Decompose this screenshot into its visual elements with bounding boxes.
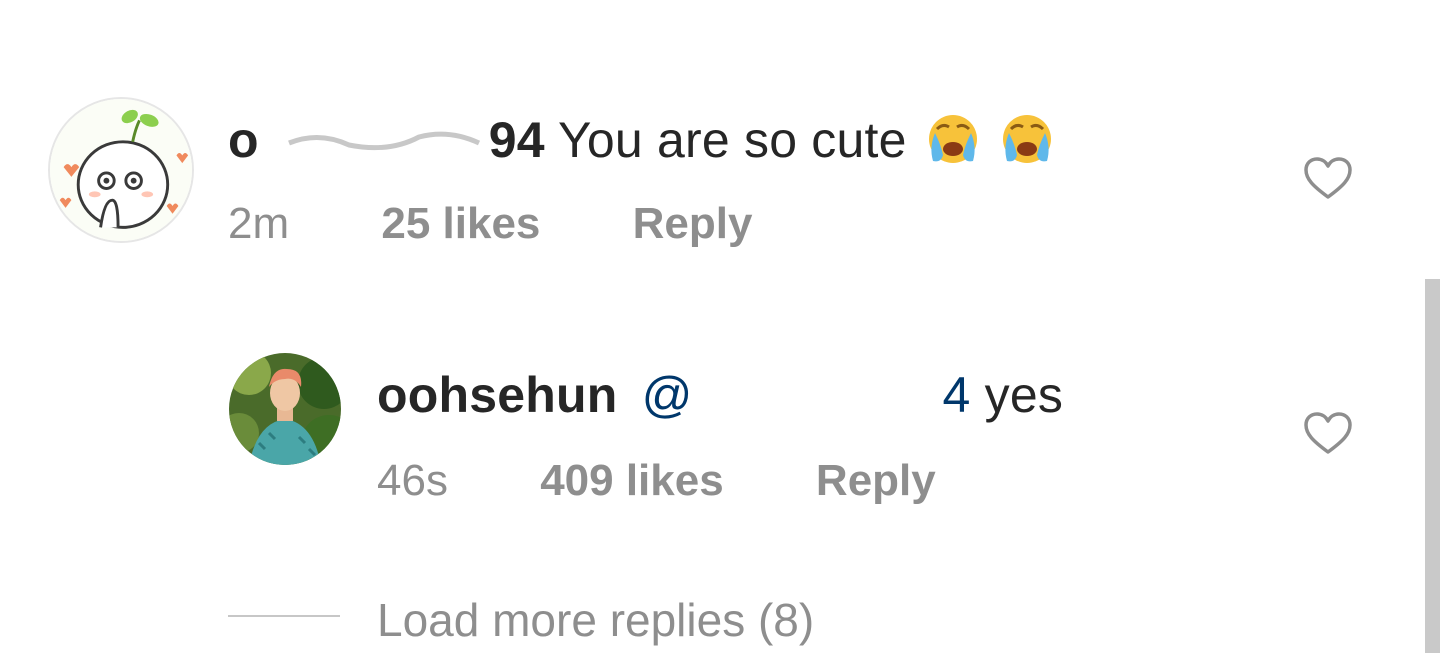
comment-like-heart-icon[interactable] [1303,156,1353,200]
commenter-username[interactable]: o 94 [228,110,545,170]
commenter-avatar[interactable] [48,97,194,243]
comment-meta: 2m 25 likes Reply [228,198,752,250]
replier-username[interactable]: oohsehun [377,367,617,423]
loudly-crying-face-icon [925,109,981,165]
reply-mention-link[interactable]: @4 [642,367,985,423]
load-more-divider [228,615,340,617]
comment-likes-count[interactable]: 25 likes [381,199,540,248]
reply-text: yes [984,367,1064,423]
reply-text-line: oohsehun @4 yes [377,365,1063,425]
loudly-crying-face-icon [999,109,1055,165]
reply-like-heart-icon[interactable] [1303,411,1353,455]
scrollbar-thumb[interactable] [1425,279,1440,653]
reply-likes-count[interactable]: 409 likes [540,456,724,505]
person-photo-avatar-icon [229,353,341,465]
reply-timestamp: 46s [377,456,448,505]
redacted-username-segment [258,110,489,170]
cartoon-sprout-avatar-icon [50,99,192,241]
comment-reply-button[interactable]: Reply [633,199,753,248]
replier-avatar[interactable] [229,353,341,465]
reply-meta: 46s 409 likes Reply [377,455,936,507]
redacted-mention-segment [692,393,943,404]
load-more-replies-button[interactable]: Load more replies (8) [377,592,814,648]
reply-reply-button[interactable]: Reply [816,456,936,505]
comment-text-line: o 94 You are so cute [228,109,1055,170]
comment-timestamp: 2m [228,199,290,248]
comment-text: You are so cute [557,112,907,168]
